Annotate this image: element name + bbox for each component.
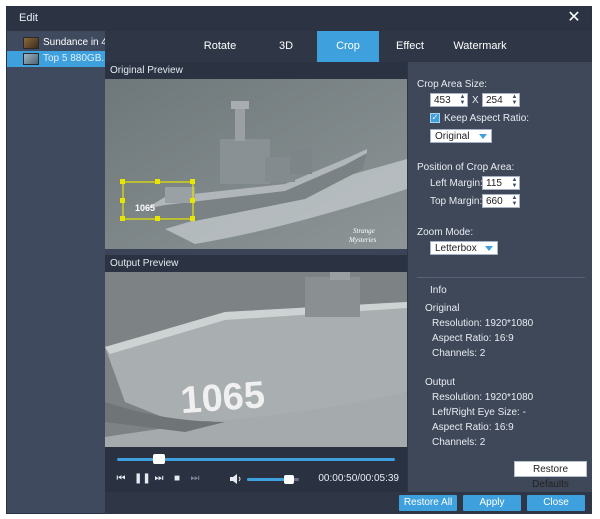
window-title: Edit	[19, 12, 38, 24]
output-preview-label: Output Preview	[105, 255, 407, 272]
player-controls: ⏮ ❚❚ ⏭ ■ ⏭ 00:00:50/00:05:39	[105, 447, 407, 492]
restore-defaults-button[interactable]: Restore Defaults	[514, 461, 587, 490]
file-list: Sundance in 4... Top 5 880GB...	[7, 31, 105, 513]
top-margin-value: 660	[486, 196, 503, 207]
skip-end-icon[interactable]: ⏭	[189, 473, 201, 485]
edit-window: Edit ✕ Sundance in 4... Top 5 880GB... R…	[6, 6, 592, 514]
file-item-1[interactable]: Sundance in 4...	[7, 35, 105, 51]
tab-watermark[interactable]: Watermark	[441, 31, 519, 62]
keep-aspect-checkbox[interactable]: ✓	[430, 113, 440, 123]
orig-aspect-ratio: Aspect Ratio: 16:9	[432, 333, 514, 344]
zoom-mode-value: Letterbox	[435, 243, 477, 254]
chevron-down-icon	[479, 134, 487, 139]
out-aspect-ratio: Aspect Ratio: 16:9	[432, 422, 514, 433]
crop-width-input[interactable]: 453 ▲ ▼	[430, 93, 468, 107]
hull-number-large: 1065	[179, 374, 266, 422]
volume-icon[interactable]	[229, 473, 243, 485]
restore-all-button[interactable]: Restore All	[399, 495, 457, 511]
spin-arrows-icon[interactable]: ▲ ▼	[511, 94, 518, 106]
left-margin-label: Left Margin:	[430, 178, 483, 189]
crop-height-input[interactable]: 254 ▲ ▼	[482, 93, 520, 107]
close-icon[interactable]: ✕	[565, 9, 583, 27]
divider	[417, 277, 585, 278]
footer-bar: Restore All Apply Close	[105, 492, 592, 514]
stop-icon[interactable]: ■	[171, 473, 183, 485]
seek-handle[interactable]	[152, 454, 165, 464]
original-preview-frame: 1065 Strange Mysteries	[105, 79, 407, 249]
info-original-title: Original	[425, 303, 460, 314]
edit-tabs: Rotate 3D Crop Effect Watermark	[105, 31, 592, 62]
zoom-mode-dropdown[interactable]: Letterbox	[430, 241, 498, 255]
original-preview-label: Original Preview	[105, 62, 407, 79]
top-margin-input[interactable]: 660 ▲ ▼	[482, 194, 520, 208]
watermark-line-1: Strange	[353, 227, 375, 235]
tab-crop[interactable]: Crop	[317, 31, 379, 62]
crop-size-separator: X	[472, 95, 479, 106]
output-preview: 1065	[105, 272, 407, 447]
crop-area-size-label: Crop Area Size:	[417, 79, 488, 90]
file-item-2[interactable]: Top 5 880GB...	[7, 51, 105, 67]
next-icon[interactable]: ⏭	[153, 473, 165, 485]
previous-icon[interactable]: ⏮	[115, 473, 127, 485]
aspect-ratio-value: Original	[435, 131, 470, 142]
close-button[interactable]: Close	[527, 495, 585, 511]
spin-arrows-icon[interactable]: ▲ ▼	[511, 177, 518, 189]
title-bar: Edit ✕	[7, 7, 591, 31]
crop-width-value: 453	[434, 95, 451, 106]
video-thumbnail-icon	[23, 53, 39, 65]
aspect-ratio-dropdown[interactable]: Original	[430, 129, 492, 143]
crop-height-value: 254	[486, 95, 503, 106]
volume-fill	[247, 478, 289, 481]
tab-rotate[interactable]: Rotate	[185, 31, 255, 62]
pause-icon[interactable]: ❚❚	[134, 473, 151, 485]
orig-channels: Channels: 2	[432, 348, 486, 359]
out-resolution: Resolution: 1920*1080	[432, 392, 534, 403]
info-title: Info	[430, 285, 447, 296]
tab-3d[interactable]: 3D	[255, 31, 317, 62]
zoom-mode-label: Zoom Mode:	[417, 227, 474, 238]
left-margin-value: 115	[486, 178, 502, 189]
chevron-down-icon	[485, 246, 493, 251]
spin-arrows-icon[interactable]: ▲ ▼	[511, 195, 518, 207]
tab-effect[interactable]: Effect	[379, 31, 441, 62]
position-label: Position of Crop Area:	[417, 162, 515, 173]
volume-handle[interactable]	[283, 475, 294, 484]
info-output-title: Output	[425, 377, 456, 388]
orig-resolution: Resolution: 1920*1080	[432, 318, 534, 329]
out-eye-size: Left/Right Eye Size: -	[432, 407, 526, 418]
output-preview-frame: 1065	[105, 272, 407, 447]
volume-slider[interactable]	[247, 475, 299, 484]
file-item-label: Sundance in 4...	[43, 37, 105, 48]
out-channels: Channels: 2	[432, 437, 486, 448]
top-margin-label: Top Margin:	[430, 196, 483, 207]
apply-button[interactable]: Apply	[463, 495, 521, 511]
crop-settings-panel: Crop Area Size: 453 ▲ ▼ X 254 ▲ ▼ ✓ Keep A…	[407, 62, 592, 492]
file-item-label: Top 5 880GB...	[43, 53, 105, 64]
watermark-line-2: Mysteries	[348, 236, 376, 244]
hull-number-small: 1065	[135, 203, 155, 213]
original-preview: 1065 Strange Mysteries	[105, 79, 407, 249]
video-thumbnail-icon	[23, 37, 39, 49]
spin-arrows-icon[interactable]: ▲ ▼	[459, 94, 466, 106]
left-margin-input[interactable]: 115 ▲ ▼	[482, 176, 520, 190]
time-readout: 00:00:50/00:05:39	[318, 473, 399, 484]
keep-aspect-label: Keep Aspect Ratio:	[444, 113, 530, 124]
